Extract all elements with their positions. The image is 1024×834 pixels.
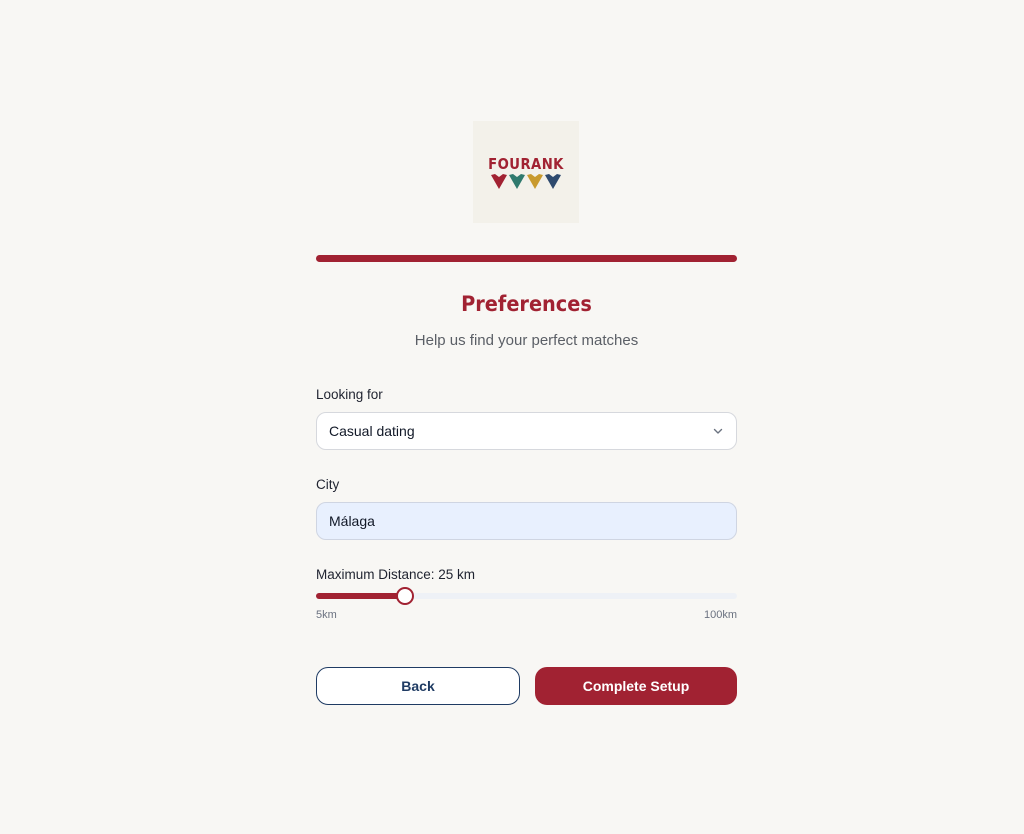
looking-for-value: Casual dating [329, 423, 415, 439]
progress-fill [316, 255, 737, 262]
heart-icon [509, 173, 525, 189]
back-button[interactable]: Back [316, 667, 520, 705]
distance-max-label: 100km [703, 609, 737, 621]
chevron-down-icon [712, 425, 724, 437]
city-label: City [316, 477, 340, 492]
slider-thumb[interactable] [396, 587, 414, 605]
distance-label: Maximum Distance: 25 km [316, 567, 476, 582]
heart-icon [491, 173, 507, 189]
slider-fill [316, 593, 405, 599]
looking-for-select[interactable]: Casual dating [316, 412, 737, 450]
logo-hearts [491, 173, 561, 189]
heart-icon [545, 173, 561, 189]
progress-bar [316, 255, 737, 262]
city-input[interactable] [316, 502, 737, 540]
heart-icon [527, 173, 543, 189]
complete-setup-button[interactable]: Complete Setup [535, 667, 737, 705]
app-logo: FOURANK [473, 121, 579, 223]
distance-slider[interactable] [316, 586, 737, 606]
page-subtitle: Help us find your perfect matches [414, 332, 639, 349]
preferences-page: FOURANK Preferences Help us find your pe… [0, 0, 1024, 834]
logo-wordmark: FOURANK [488, 154, 564, 173]
looking-for-label: Looking for [316, 387, 383, 402]
distance-min-label: 5km [316, 609, 337, 621]
page-title: Preferences [461, 292, 592, 316]
